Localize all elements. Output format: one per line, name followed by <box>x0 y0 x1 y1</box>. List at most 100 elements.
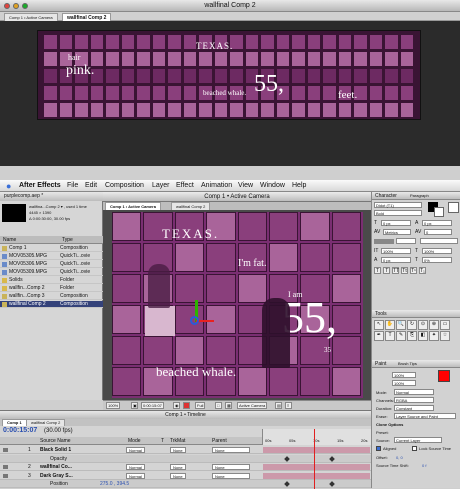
project-item[interactable]: MOV05306.MPG QuickTi...ovie <box>0 261 103 268</box>
tool-button-icon[interactable]: ⊙ <box>418 320 428 330</box>
paint-color-swatch[interactable] <box>438 370 450 382</box>
viewer-titlebar[interactable]: Comp 1 • Active Camera <box>103 192 371 202</box>
menu-window[interactable]: Window <box>260 180 285 192</box>
paint-duration-select[interactable]: Constant <box>394 405 434 411</box>
timeline-title[interactable]: Comp 1 • Timeline <box>0 411 371 419</box>
layer-parent-select[interactable]: None <box>212 447 250 453</box>
menu-effect[interactable]: Effect <box>176 180 194 192</box>
project-item[interactable]: wallfin...Comp 3 Composition <box>0 293 103 300</box>
top-composition-panel[interactable]: hair pink. TEXAS. beached whale. 55, fee… <box>37 30 421 120</box>
axis-z-handle[interactable] <box>190 316 199 325</box>
snapshot-icon[interactable]: ◉ <box>173 402 180 409</box>
project-item[interactable]: Comp 1 Composition <box>0 245 103 252</box>
subscript-button[interactable]: T₁ <box>419 267 426 274</box>
layer-mode-select[interactable]: Normal <box>126 447 145 453</box>
tool-button-icon[interactable]: ↖ <box>374 320 384 330</box>
property-row[interactable]: Position 275.0 , 394.5 <box>0 480 371 488</box>
tool-button-icon[interactable]: 🔍 <box>396 320 406 330</box>
timecode-display[interactable]: 0:00:15:07 <box>141 402 164 409</box>
tab-wallfinal[interactable]: wallfinal Comp 2 <box>171 202 211 210</box>
vertical-scale-field[interactable]: 100% <box>381 248 411 254</box>
horizontal-scale-field[interactable]: 100% <box>422 248 452 254</box>
kerning-field[interactable]: Metrics <box>383 229 411 235</box>
keyframe-icon[interactable] <box>284 455 290 462</box>
paint-opacity-field[interactable]: 100% <box>392 372 416 378</box>
paint-erase-select[interactable]: Layer Source and Paint <box>394 413 456 419</box>
faux-bold-button[interactable]: T <box>374 267 381 274</box>
current-time-indicator[interactable] <box>314 429 315 489</box>
tools-panel-title[interactable]: Tools <box>372 310 460 318</box>
layer-row[interactable]: 2 wallfinal Co... Normal None None <box>0 463 371 471</box>
col-source-name[interactable]: Source Name <box>40 438 71 444</box>
stroke-color-swatch[interactable] <box>434 207 444 217</box>
paint-channels-select[interactable]: RGBA <box>394 397 434 403</box>
timeline-timecode[interactable]: 0:00:15:07 <box>3 427 37 434</box>
zoom-select[interactable]: 100% <box>106 402 121 409</box>
character-tab[interactable]: Character <box>375 193 397 199</box>
col-name[interactable]: Name <box>3 237 16 243</box>
tsume-field[interactable]: 0% <box>422 257 452 263</box>
apple-icon[interactable]: ● <box>6 181 15 191</box>
no-stroke-swatch[interactable] <box>448 202 459 213</box>
superscript-button[interactable]: T¹ <box>410 267 417 274</box>
menu-file[interactable]: File <box>67 180 78 192</box>
project-item[interactable]: MOV05309.MPG QuickTi...ovie <box>0 269 103 276</box>
faux-italic-button[interactable]: T <box>383 267 390 274</box>
visibility-eye-icon[interactable] <box>3 448 8 452</box>
position-value[interactable]: 275.0 , 394.5 <box>100 480 129 488</box>
layer-duration-bar[interactable] <box>263 447 370 453</box>
font-family-select[interactable]: Didot (T1) <box>374 202 422 208</box>
tool-button-icon[interactable]: ↻ <box>407 320 417 330</box>
col-type[interactable]: Type <box>62 237 73 243</box>
all-caps-button[interactable]: TT <box>392 267 399 274</box>
timeline-tab-wallfinal[interactable]: wallfinal Comp 2 <box>26 419 66 426</box>
tool-button-icon[interactable]: ⊕ <box>429 320 439 330</box>
fast-preview-icon[interactable]: ≡ <box>285 402 292 409</box>
time-ruler[interactable]: 00s 05s 10s 15s 20s <box>262 429 371 445</box>
tab-wallfinal-comp2[interactable]: wallfinal Comp 2 <box>62 13 112 21</box>
visibility-eye-icon[interactable] <box>3 457 8 461</box>
clone-source-select[interactable]: Current Layer <box>394 437 442 443</box>
layer-row[interactable]: 3 Dark Gray S... Normal None None <box>0 472 371 480</box>
transparency-grid-icon[interactable]: ▦ <box>225 402 232 409</box>
font-style-select[interactable]: Bold <box>374 210 422 216</box>
layer-trkmat-select[interactable]: None <box>170 447 186 453</box>
safe-margins-icon[interactable]: ▣ <box>131 402 138 409</box>
tool-button-icon[interactable]: T <box>385 331 395 341</box>
stroke-type-select[interactable] <box>420 238 458 244</box>
col-t[interactable]: T <box>161 438 164 444</box>
menu-composition[interactable]: Composition <box>105 180 144 192</box>
character-panel-title[interactable]: Character Paragraph <box>372 192 460 200</box>
layer-parent-select[interactable]: None <box>212 472 250 479</box>
brush-tips-tab[interactable]: Brush Tips <box>398 360 417 368</box>
tool-button-icon[interactable]: ◧ <box>418 331 428 341</box>
layer-trkmat-select[interactable]: None <box>170 472 186 479</box>
leading-field[interactable]: 0 px <box>422 220 452 226</box>
tab-comp1-small[interactable]: Comp 1 • Active Camera <box>4 13 58 21</box>
menu-layer[interactable]: Layer <box>152 180 170 192</box>
stroke-width-field[interactable] <box>396 238 416 244</box>
paint-mode-select[interactable]: Normal <box>394 389 434 395</box>
visibility-eye-icon[interactable] <box>3 465 8 469</box>
offset-value[interactable]: 0, 0 <box>396 455 403 460</box>
tool-button-icon[interactable]: ✦ <box>429 331 439 341</box>
paint-flow-field[interactable]: 100% <box>392 380 416 386</box>
paint-panel-title[interactable]: Paint Brush Tips <box>372 360 460 368</box>
layer-row[interactable]: 1 Black Solid 1 Normal None None <box>0 446 371 454</box>
project-item[interactable]: MOV05305.MPG QuickTi...ovie <box>0 253 103 260</box>
camera-select[interactable]: Active Camera <box>237 402 268 409</box>
project-title[interactable]: purplecomp.aep * <box>0 192 103 201</box>
timeline-tab-comp1[interactable]: Comp 1 <box>2 419 27 426</box>
tool-button-icon[interactable]: ✒ <box>374 331 384 341</box>
paint-tab[interactable]: Paint <box>375 361 386 367</box>
menu-view[interactable]: View <box>238 180 253 192</box>
tool-button-icon[interactable]: ✎ <box>396 331 406 341</box>
visibility-eye-icon[interactable] <box>3 473 8 478</box>
layer-mode-select[interactable]: Normal <box>126 464 145 470</box>
close-icon[interactable] <box>4 3 10 9</box>
project-item[interactable]: wallfinal Comp 2 Composition <box>0 301 103 308</box>
col-mode[interactable]: Mode <box>128 438 141 444</box>
col-trkmat[interactable]: TrkMat <box>170 438 185 444</box>
lock-source-checkbox[interactable] <box>412 446 417 451</box>
channel-icon[interactable] <box>183 402 190 409</box>
